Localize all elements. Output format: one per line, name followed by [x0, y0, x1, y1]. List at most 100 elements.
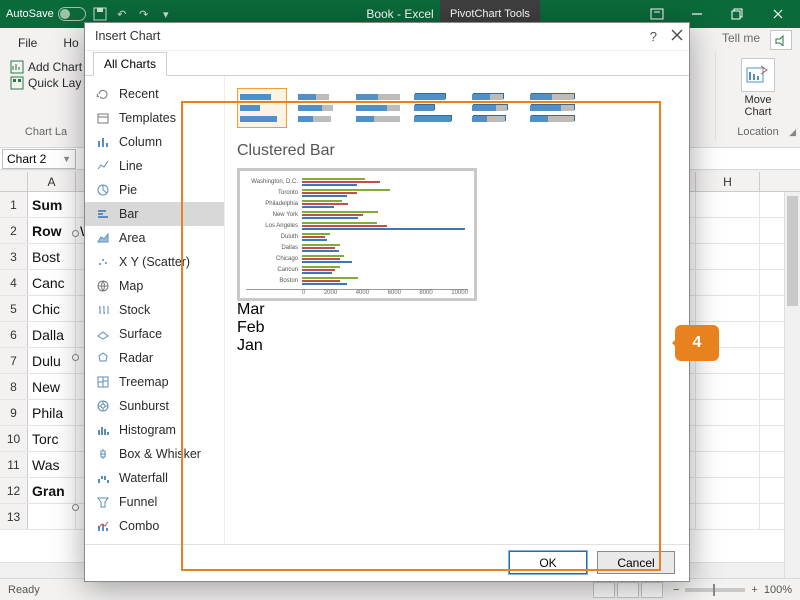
row-header[interactable]: 2	[0, 218, 28, 243]
normal-view-button[interactable]	[593, 582, 615, 598]
chart-category-histogram[interactable]: Histogram	[85, 418, 224, 442]
cell[interactable]: Torc	[28, 426, 76, 451]
zoom-in-button[interactable]: +	[751, 584, 757, 596]
row-header[interactable]: 9	[0, 400, 28, 425]
tab-all-charts[interactable]: All Charts	[93, 52, 167, 76]
vertical-scrollbar[interactable]	[784, 192, 800, 578]
chart-category-pie[interactable]: Pie	[85, 178, 224, 202]
cancel-button[interactable]: Cancel	[597, 551, 675, 574]
name-box[interactable]: Chart 2 ▼	[2, 149, 76, 169]
chart-category-combo[interactable]: Combo	[85, 514, 224, 538]
row-header[interactable]: 4	[0, 270, 28, 295]
bar-subtype-2[interactable]	[295, 88, 345, 128]
help-button[interactable]: ?	[650, 29, 657, 44]
zoom-out-button[interactable]: −	[673, 584, 679, 596]
row-header[interactable]: 12	[0, 478, 28, 503]
resize-handle-icon[interactable]	[72, 504, 79, 511]
cell[interactable]	[696, 504, 760, 529]
move-chart-icon[interactable]	[741, 58, 775, 92]
cell[interactable]: Sum	[28, 192, 76, 217]
close-button[interactable]	[755, 0, 800, 28]
cell[interactable]: Row	[28, 218, 76, 243]
bar-subtype-3[interactable]	[353, 88, 403, 128]
cell[interactable]: Was	[28, 452, 76, 477]
row-header[interactable]: 7	[0, 348, 28, 373]
qat-customize-icon[interactable]: ▾	[158, 6, 174, 22]
cell[interactable]: Chic	[28, 296, 76, 321]
chart-category-column[interactable]: Column	[85, 130, 224, 154]
row-header[interactable]: 1	[0, 192, 28, 217]
cell[interactable]	[28, 504, 76, 529]
chart-category-waterfall[interactable]: Waterfall	[85, 466, 224, 490]
cell[interactable]	[696, 374, 760, 399]
col-header-a[interactable]: A	[28, 172, 76, 191]
row-header[interactable]: 3	[0, 244, 28, 269]
row-header[interactable]: 8	[0, 374, 28, 399]
scrollbar-thumb[interactable]	[787, 196, 798, 306]
cell[interactable]: New	[28, 374, 76, 399]
resize-handle-icon[interactable]	[72, 354, 79, 361]
undo-icon[interactable]: ↶	[114, 6, 130, 22]
resize-handle-icon[interactable]	[72, 230, 79, 237]
cell[interactable]	[696, 296, 760, 321]
chart-category-area[interactable]: Area	[85, 226, 224, 250]
col-header-h[interactable]: H	[696, 172, 760, 191]
zoom-level[interactable]: 100%	[764, 584, 792, 596]
cell[interactable]	[696, 452, 760, 477]
row-header[interactable]: 5	[0, 296, 28, 321]
cell[interactable]: Dalla	[28, 322, 76, 347]
tab-home[interactable]: Ho	[57, 32, 84, 52]
chart-category-line[interactable]: Line	[85, 154, 224, 178]
chart-category-recent[interactable]: Recent	[85, 82, 224, 106]
cell[interactable]: Bost	[28, 244, 76, 269]
chart-preview[interactable]: Washington, D.C.TorontoPhiladelphiaNew Y…	[237, 168, 477, 301]
restore-button[interactable]	[719, 0, 755, 28]
cell[interactable]	[696, 400, 760, 425]
page-layout-view-button[interactable]	[617, 582, 639, 598]
cell[interactable]: Canc	[28, 270, 76, 295]
bar-subtype-4[interactable]	[411, 88, 461, 128]
cell[interactable]	[696, 218, 760, 243]
row-header[interactable]: 10	[0, 426, 28, 451]
cell[interactable]	[696, 244, 760, 269]
save-icon[interactable]	[92, 6, 108, 22]
chart-category-templates[interactable]: Templates	[85, 106, 224, 130]
zoom-slider[interactable]	[685, 588, 745, 592]
bar-subtype-6[interactable]	[527, 88, 577, 128]
row-header[interactable]: 6	[0, 322, 28, 347]
chart-category-funnel[interactable]: Funnel	[85, 490, 224, 514]
embedded-chart-selection[interactable]	[76, 234, 82, 514]
dialog-close-button[interactable]	[671, 29, 683, 44]
chart-category-treemap[interactable]: Treemap	[85, 370, 224, 394]
bar-subtype-5[interactable]	[469, 88, 519, 128]
cell[interactable]: Phila	[28, 400, 76, 425]
chart-category-bar[interactable]: Bar	[85, 202, 224, 226]
row-header[interactable]: 13	[0, 504, 28, 529]
ok-button[interactable]: OK	[509, 551, 587, 574]
bar-subtype-1[interactable]	[237, 88, 287, 128]
cell[interactable]: Gran	[28, 478, 76, 503]
cell[interactable]	[696, 192, 760, 217]
chart-category-surface[interactable]: Surface	[85, 322, 224, 346]
cell[interactable]	[696, 478, 760, 503]
chart-category-box-whisker[interactable]: Box & Whisker	[85, 442, 224, 466]
share-button[interactable]	[770, 30, 792, 50]
chart-category-x-y-scatter-[interactable]: X Y (Scatter)	[85, 250, 224, 274]
tell-me-search[interactable]: Tell me	[722, 31, 760, 45]
chart-category-sunburst[interactable]: Sunburst	[85, 394, 224, 418]
redo-icon[interactable]: ↷	[136, 6, 152, 22]
cell[interactable]	[696, 270, 760, 295]
add-chart-element-button[interactable]: Add Chart	[10, 60, 82, 74]
tab-file[interactable]: File	[12, 32, 43, 52]
cell[interactable]	[696, 426, 760, 451]
dialog-launcher-icon[interactable]: ◢	[789, 127, 796, 138]
chart-category-stock[interactable]: Stock	[85, 298, 224, 322]
page-break-view-button[interactable]	[641, 582, 663, 598]
chart-category-map[interactable]: Map	[85, 274, 224, 298]
select-all-corner[interactable]	[0, 172, 28, 191]
cell[interactable]: Dulu	[28, 348, 76, 373]
quick-layout-button[interactable]: Quick Lay	[10, 76, 82, 90]
chart-category-radar[interactable]: Radar	[85, 346, 224, 370]
row-header[interactable]: 11	[0, 452, 28, 477]
autosave-toggle[interactable]: AutoSave	[6, 7, 86, 21]
